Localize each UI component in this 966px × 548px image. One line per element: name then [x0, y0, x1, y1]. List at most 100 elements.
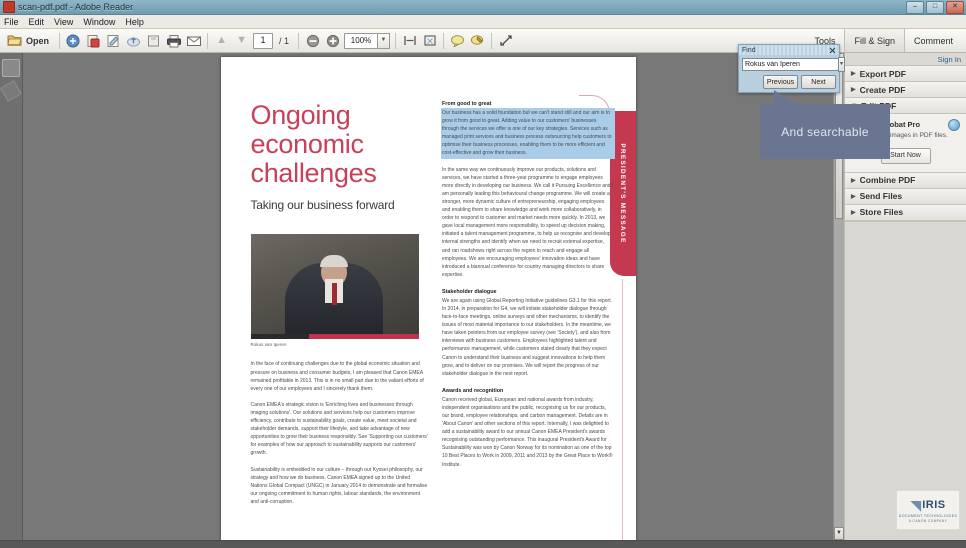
minimize-button[interactable]: –: [906, 1, 924, 14]
iris-subtagline: A CANON COMPANY: [908, 518, 948, 523]
expand-arrows-icon[interactable]: [497, 32, 514, 49]
toolbar-divider-2: [207, 32, 209, 49]
page-content: Ongoing economic challenges Taking our b…: [221, 57, 636, 506]
section-heading: From good to great: [441, 101, 492, 107]
paperclip-icon[interactable]: [0, 80, 22, 102]
menu-help[interactable]: Help: [125, 17, 144, 27]
page-subtitle: Taking our business forward: [250, 198, 395, 213]
photo-caption: Rokus van Iperen: [250, 342, 287, 348]
print-icon[interactable]: [165, 32, 182, 49]
menu-edit[interactable]: Edit: [29, 17, 45, 27]
app-icon: [3, 1, 15, 13]
page-navigation: ▲ ▼ 1 / 1: [213, 32, 293, 49]
upload-cloud-icon[interactable]: [125, 32, 142, 49]
scroll-down-arrow[interactable]: ▼: [834, 527, 844, 540]
save-to-cloud-icon[interactable]: [65, 32, 82, 49]
body-paragraph: In the face of continuing challenges due…: [250, 361, 424, 392]
window-title: scan-pdf.pdf - Adobe Reader: [18, 2, 134, 12]
sidebar-item-send-files[interactable]: ▶ Send Files: [845, 188, 966, 205]
annotation-icons: [449, 32, 486, 49]
close-button[interactable]: ✕: [946, 1, 964, 14]
body-paragraph: Canon EMEA's strategic vision is 'Enrich…: [250, 401, 428, 457]
view-mode-icons: [401, 32, 438, 49]
toolbar-divider-4: [395, 32, 397, 49]
toolbar-divider-3: [298, 32, 300, 49]
speech-bubble-icon[interactable]: [449, 32, 466, 49]
title-bar: scan-pdf.pdf - Adobe Reader – □ ✕: [0, 0, 966, 15]
menu-file[interactable]: File: [4, 17, 19, 27]
body-paragraph: Sustainability is embedded in our cultur…: [250, 466, 428, 505]
toolbar-divider-5: [443, 32, 445, 49]
window-controls: – □ ✕: [906, 1, 964, 14]
save-file-icon[interactable]: [145, 32, 162, 49]
sidebar-item-store-files[interactable]: ▶ Store Files: [845, 204, 966, 221]
body-paragraph: We are again using Global Reporting Init…: [441, 297, 612, 377]
search-input[interactable]: [742, 58, 838, 71]
navigation-rail: [0, 53, 23, 540]
chevron-right-icon: ▶: [851, 193, 856, 200]
page-left-column: Ongoing economic challenges Taking our b…: [250, 100, 428, 506]
minus-circle-icon[interactable]: [304, 32, 321, 49]
iris-mark-icon: ◥: [910, 496, 922, 513]
find-dialog: Find ▼ Previous Next: [738, 44, 845, 93]
open-button[interactable]: Open: [4, 31, 54, 50]
fit-page-icon[interactable]: [421, 32, 438, 49]
iris-wordmark: IRIS: [922, 498, 946, 511]
sign-document-icon[interactable]: [105, 32, 122, 49]
chevron-right-icon: ▶: [851, 87, 856, 93]
previous-button[interactable]: Previous: [763, 75, 798, 89]
find-input-row: ▼: [739, 55, 845, 74]
chevron-down-icon[interactable]: ▼: [838, 57, 845, 72]
menu-bar: File Edit View Window Help: [0, 15, 966, 29]
menu-window[interactable]: Window: [83, 17, 115, 27]
highlight-icon[interactable]: [469, 32, 486, 49]
maximize-button[interactable]: □: [926, 1, 944, 14]
callout-tooltip: And searchable: [760, 90, 890, 159]
sidebar-item-export-pdf[interactable]: ▶ Export PDF: [845, 66, 966, 82]
toolbar-divider-6: [491, 32, 493, 49]
sidebar-item-combine-pdf[interactable]: ▶ Combine PDF: [845, 172, 966, 189]
status-strip: [0, 540, 966, 548]
chevron-right-icon: ▶: [851, 209, 856, 216]
sidebar-item-label: Export PDF: [859, 68, 906, 79]
sidebar-item-label: Create PDF: [859, 84, 906, 95]
chevron-down-icon[interactable]: ▼: [378, 32, 391, 49]
chevron-right-icon: ▶: [851, 71, 856, 77]
sidebar-item-create-pdf[interactable]: ▶ Create PDF: [845, 82, 966, 98]
pdf-page: PRESIDENT'S MESSAGE Ongoing economic cha…: [220, 57, 636, 540]
open-button-label: Open: [26, 35, 50, 46]
close-icon[interactable]: [829, 47, 836, 54]
toolbar-divider: [59, 32, 61, 49]
email-icon[interactable]: [185, 32, 202, 49]
callout-text: And searchable: [781, 124, 869, 139]
create-pdf-icon[interactable]: [85, 32, 102, 49]
up-arrow-icon[interactable]: ▲: [213, 32, 230, 49]
sidebar-item-label: Send Files: [859, 191, 903, 202]
find-dialog-title: Find: [742, 46, 756, 54]
plus-circle-icon[interactable]: [324, 32, 341, 49]
section-heading: Awards and recognition: [441, 387, 504, 394]
sidebar-item-label: Store Files: [859, 207, 904, 218]
fit-width-icon[interactable]: [401, 32, 418, 49]
help-icon[interactable]: [948, 119, 960, 131]
page-number-input[interactable]: 1: [253, 32, 274, 49]
sidebar-item-label: Combine PDF: [859, 175, 916, 186]
highlighted-paragraph: Our business has a solid foundation but …: [441, 109, 614, 158]
file-action-icons: [65, 32, 202, 49]
menu-view[interactable]: View: [54, 17, 73, 27]
body-paragraph: Canon received global, European and nati…: [441, 396, 613, 468]
chevron-right-icon: ▶: [851, 177, 856, 184]
down-arrow-icon[interactable]: ▼: [233, 32, 250, 49]
comment-button[interactable]: Comment: [905, 29, 962, 52]
page-total-label: / 1: [279, 35, 290, 46]
section-heading: Stakeholder dialogue: [441, 288, 497, 295]
iris-logo: ◥ IRIS DOCUMENT TECHNOLOGIES A CANON COM…: [896, 490, 960, 530]
find-dialog-titlebar: Find: [739, 45, 839, 55]
zoom-level-input[interactable]: 100%: [344, 32, 379, 49]
fill-and-sign-button[interactable]: Fill & Sign: [844, 29, 905, 52]
page-thumbnails-icon[interactable]: [2, 59, 20, 77]
next-button[interactable]: Next: [801, 75, 836, 89]
sign-in-link[interactable]: Sign In: [845, 53, 966, 66]
page-title: Ongoing economic challenges: [250, 100, 377, 189]
portrait-photo: [250, 234, 419, 340]
